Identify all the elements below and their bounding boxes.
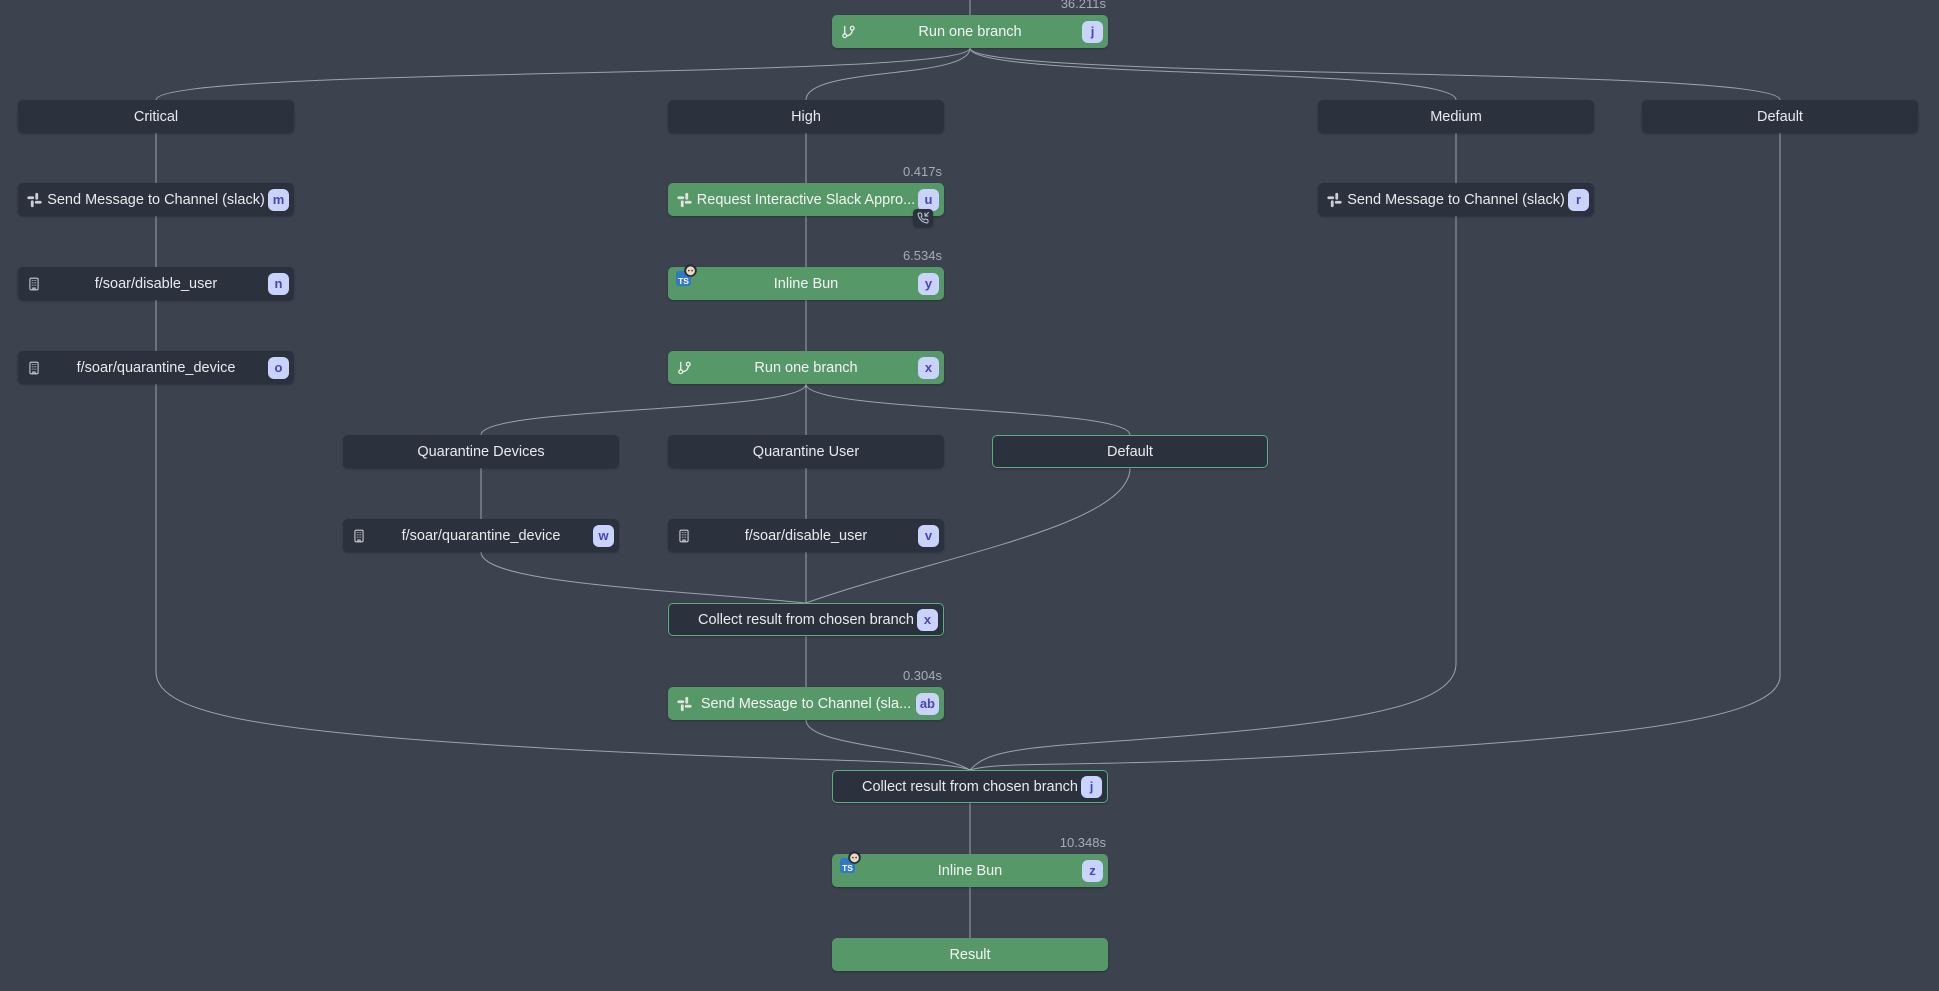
branch-header-medium[interactable]: Medium (1318, 100, 1594, 133)
node-high-request-approval[interactable]: 0.417s Request Interactive Slack Appro..… (668, 183, 944, 216)
branch-header-default[interactable]: Default (1642, 100, 1918, 133)
branch-header-quarantine-devices[interactable]: Quarantine Devices (343, 435, 619, 468)
branch-label: High (781, 109, 831, 125)
branch-label: Medium (1420, 109, 1492, 125)
step-id-badge: o (268, 357, 289, 379)
node-label: Inline Bun (746, 276, 867, 292)
node-high-run-one-branch[interactable]: Run one branch x (668, 351, 944, 384)
slack-icon (677, 192, 692, 207)
node-label: Collect result from chosen branch (670, 612, 942, 628)
phone-incoming-icon (917, 212, 929, 224)
step-id-badge: z (1082, 860, 1103, 882)
branch-label: Default (1747, 109, 1813, 125)
step-id-badge: ab (916, 693, 939, 715)
step-id-badge: r (1568, 189, 1589, 211)
node-label: f/soar/disable_user (67, 276, 246, 292)
suspend-approval-chip (913, 209, 933, 227)
node-label: f/soar/quarantine_device (49, 360, 264, 376)
node-critical-send-message[interactable]: Send Message to Channel (slack) m (18, 183, 294, 216)
duration-label: 0.417s (903, 164, 942, 179)
node-main-collect-result[interactable]: Collect result from chosen branch j (832, 770, 1108, 803)
slack-icon (677, 696, 692, 711)
duration-label: 10.348s (1060, 835, 1106, 850)
step-id-badge: j (1081, 776, 1102, 798)
node-critical-quarantine-device[interactable]: f/soar/quarantine_device o (18, 351, 294, 384)
node-label: Collect result from chosen branch (834, 779, 1106, 795)
branch-header-sub-default-chosen[interactable]: Default (992, 435, 1268, 468)
node-label: f/soar/disable_user (717, 528, 896, 544)
node-label: Send Message to Channel (slack) (19, 192, 293, 208)
branch-label: Quarantine User (743, 444, 869, 460)
workspace-script-icon (677, 528, 691, 543)
branch-label: Default (1097, 444, 1163, 460)
node-high-inline-bun[interactable]: 6.534s TS Inline Bun y (668, 267, 944, 300)
step-id-badge: n (268, 273, 289, 295)
node-sub-disable-user-script[interactable]: f/soar/disable_user v (668, 519, 944, 552)
slack-icon (27, 192, 42, 207)
bun-icon (684, 264, 697, 281)
node-final-inline-bun[interactable]: 10.348s TS Inline Bun z (832, 854, 1108, 887)
branch-header-quarantine-user[interactable]: Quarantine User (668, 435, 944, 468)
branch-label: Quarantine Devices (407, 444, 554, 460)
node-label: Run one branch (726, 360, 885, 376)
flow-edges (0, 0, 1939, 991)
node-label: Send Message to Channel (sla... (673, 696, 939, 712)
step-id-badge: x (918, 357, 939, 379)
node-run-one-branch-top[interactable]: 36.211s Run one branch j (832, 15, 1108, 48)
node-label: Inline Bun (910, 863, 1031, 879)
workspace-script-icon (27, 360, 41, 375)
branch-label: Critical (124, 109, 188, 125)
duration-label: 0.304s (903, 668, 942, 683)
workspace-script-icon (27, 276, 41, 291)
branch-header-high[interactable]: High (668, 100, 944, 133)
step-id-badge: y (918, 273, 939, 295)
flow-canvas[interactable]: 36.211s Run one branch j Critical High M… (0, 0, 1939, 991)
node-high-send-message[interactable]: 0.304s Send Message to Channel (sla... a… (668, 687, 944, 720)
branch-header-critical[interactable]: Critical (18, 100, 294, 133)
slack-icon (1327, 192, 1342, 207)
node-label: Result (921, 947, 1018, 963)
node-sub-quarantine-device-script[interactable]: f/soar/quarantine_device w (343, 519, 619, 552)
step-id-badge: v (918, 525, 939, 547)
step-id-badge: j (1082, 21, 1103, 43)
step-id-badge: u (918, 189, 939, 211)
node-label: Send Message to Channel (slack) (1319, 192, 1593, 208)
bun-icon (848, 851, 861, 868)
git-branch-icon (677, 360, 692, 375)
step-id-badge: w (593, 525, 614, 547)
git-branch-icon (841, 24, 856, 39)
step-id-badge: x (917, 609, 938, 631)
node-critical-disable-user[interactable]: f/soar/disable_user n (18, 267, 294, 300)
node-label: f/soar/quarantine_device (374, 528, 589, 544)
node-medium-send-message[interactable]: Send Message to Channel (slack) r (1318, 183, 1594, 216)
node-label: Run one branch (890, 24, 1049, 40)
node-sub-collect-result[interactable]: Collect result from chosen branch x (668, 603, 944, 636)
node-label: Request Interactive Slack Appro... (669, 192, 943, 208)
duration-label: 6.534s (903, 248, 942, 263)
duration-label: 36.211s (1061, 0, 1106, 11)
node-result[interactable]: Result (832, 938, 1108, 971)
workspace-script-icon (352, 528, 366, 543)
step-id-badge: m (268, 189, 289, 211)
